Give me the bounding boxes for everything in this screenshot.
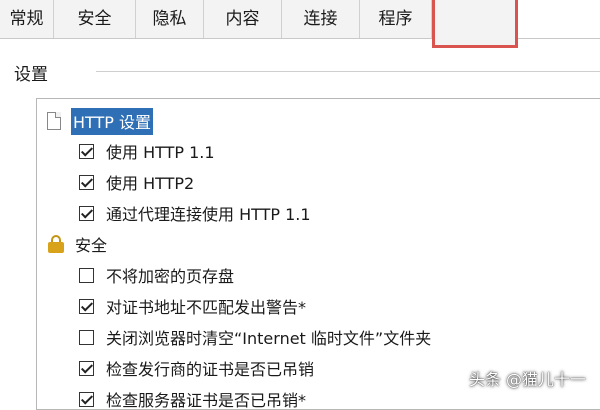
item-label: 检查发行商的证书是否已吊销 bbox=[106, 360, 315, 379]
item-label: 关闭浏览器时清空“Internet 临时文件”文件夹 bbox=[106, 329, 432, 348]
tab-privacy[interactable]: 隐私 bbox=[136, 0, 204, 38]
checkbox[interactable] bbox=[79, 143, 94, 159]
tree-item[interactable]: 使用 HTTP 1.1 bbox=[79, 137, 215, 165]
document-icon bbox=[47, 112, 61, 130]
checkbox[interactable] bbox=[79, 391, 94, 407]
settings-tree[interactable]: HTTP 设置 使用 HTTP 1.1 使用 HTTP2 通过代理连接使用 HT… bbox=[36, 98, 600, 410]
section-label: HTTP 设置 bbox=[71, 107, 154, 135]
checkbox[interactable] bbox=[79, 329, 94, 345]
tree-section-http[interactable]: HTTP 设置 bbox=[47, 107, 154, 135]
tab-general[interactable]: 常规 bbox=[0, 0, 54, 38]
item-label: 使用 HTTP2 bbox=[106, 174, 195, 193]
tree-item[interactable]: 不将加密的页存盘 bbox=[79, 261, 234, 289]
watermark: 头条 @猫儿十一 bbox=[468, 370, 586, 389]
checkbox[interactable] bbox=[79, 267, 94, 283]
checkbox[interactable] bbox=[79, 360, 94, 376]
item-label: 通过代理连接使用 HTTP 1.1 bbox=[106, 205, 311, 224]
item-label: 使用 HTTP 1.1 bbox=[106, 143, 215, 162]
tab-content[interactable]: 内容 bbox=[204, 0, 282, 38]
tree-section-security[interactable]: 安全 bbox=[47, 230, 107, 258]
group-divider bbox=[96, 71, 600, 72]
tree-item[interactable]: 使用 HTTP2 bbox=[79, 168, 194, 196]
lock-icon bbox=[47, 235, 65, 253]
tree-item[interactable]: 通过代理连接使用 HTTP 1.1 bbox=[79, 199, 311, 227]
tree-item[interactable]: 检查服务器证书是否已吊销* bbox=[79, 385, 307, 410]
tree-item[interactable]: 检查发行商的证书是否已吊销 bbox=[79, 354, 314, 382]
checkbox[interactable] bbox=[79, 174, 94, 190]
tree-item[interactable]: 对证书地址不匹配发出警告* bbox=[79, 292, 306, 320]
tab-programs[interactable]: 程序 bbox=[360, 0, 432, 38]
checkbox[interactable] bbox=[79, 205, 94, 221]
tab-advanced[interactable]: 高级 bbox=[432, 0, 518, 39]
settings-group-label: 设置 bbox=[14, 65, 48, 85]
item-label: 不将加密的页存盘 bbox=[106, 267, 235, 286]
item-label: 检查服务器证书是否已吊销* bbox=[106, 391, 307, 410]
checkbox[interactable] bbox=[79, 298, 94, 314]
tab-security[interactable]: 安全 bbox=[54, 0, 136, 38]
tree-item[interactable]: 关闭浏览器时清空“Internet 临时文件”文件夹 bbox=[79, 323, 431, 351]
item-label: 对证书地址不匹配发出警告* bbox=[106, 298, 307, 317]
section-label: 安全 bbox=[75, 236, 108, 255]
tab-strip: 常规 安全 隐私 内容 连接 程序 高级 bbox=[0, 0, 600, 48]
tab-connections[interactable]: 连接 bbox=[282, 0, 360, 38]
